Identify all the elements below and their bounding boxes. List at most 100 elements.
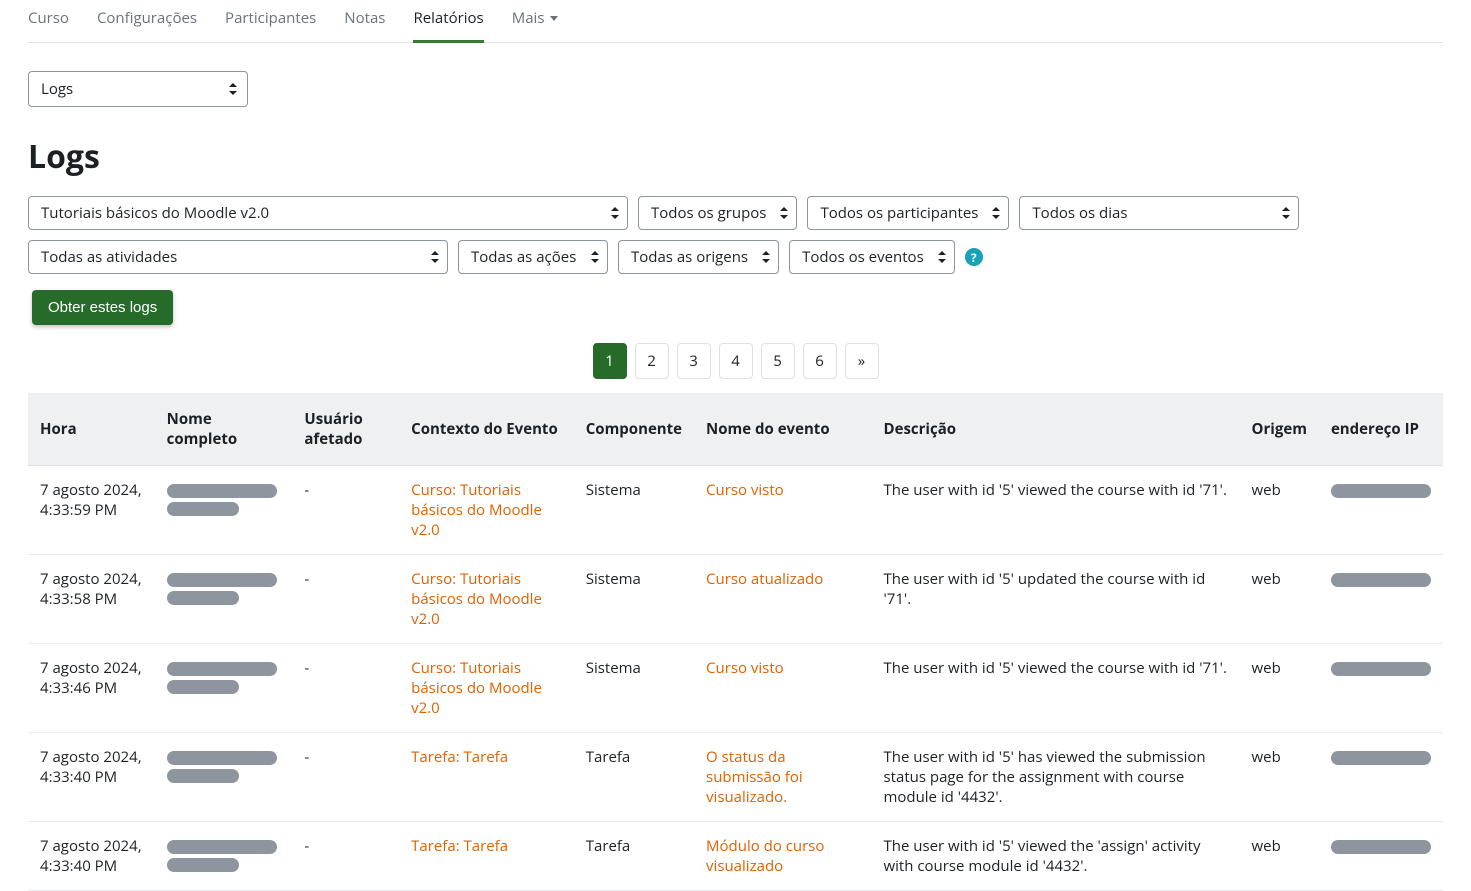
cell-context: Tarefa: Tarefa [399,822,574,891]
context-link[interactable]: Curso: Tutoriais básicos do Moodle v2.0 [411,480,542,540]
cell-origin: web [1240,733,1319,822]
tab-curso[interactable]: Curso [28,0,69,42]
cell-description: The user with id '5' updated the course … [871,555,1239,644]
col-description: Descrição [871,393,1239,466]
cell-component: Tarefa [574,733,694,822]
event-link[interactable]: Curso atualizado [706,569,823,589]
filter-days-value: Todos os dias [1032,203,1127,223]
cell-component: Tarefa [574,822,694,891]
redacted-name [167,502,239,516]
event-link[interactable]: Módulo do curso visualizado [706,836,824,876]
event-link[interactable]: Curso visto [706,480,784,500]
redacted-ip [1331,484,1431,498]
cell-affected: - [292,644,399,733]
col-affected: Usuário afetado [292,393,399,466]
page-1[interactable]: 1 [593,343,627,379]
filter-groups[interactable]: Todos os grupos [638,196,797,230]
cell-description: The user with id '5' viewed the 'assign'… [871,822,1239,891]
report-type-value: Logs [41,79,73,99]
redacted-name [167,840,277,854]
redacted-name [167,662,277,676]
cell-eventname: O status da submissão foi visualizado. [694,733,871,822]
cell-context: Curso: Tutoriais básicos do Moodle v2.0 [399,644,574,733]
redacted-name [167,680,239,694]
page-next[interactable]: » [845,343,879,379]
sort-icon [611,207,619,219]
cell-eventname: Curso visto [694,466,871,555]
tab-mais[interactable]: Mais [512,0,559,42]
context-link[interactable]: Tarefa: Tarefa [411,836,508,856]
page-4[interactable]: 4 [719,343,753,379]
cell-component: Sistema [574,644,694,733]
cell-time: 7 agosto 2024, 4:33:40 PM [28,822,155,891]
context-link[interactable]: Curso: Tutoriais básicos do Moodle v2.0 [411,658,542,718]
cell-description: The user with id '5' viewed the course w… [871,644,1239,733]
filter-actions-value: Todas as ações [471,247,576,267]
sort-icon [780,207,788,219]
context-link[interactable]: Curso: Tutoriais básicos do Moodle v2.0 [411,569,542,629]
report-type-select[interactable]: Logs [28,71,248,107]
redacted-name [167,751,277,765]
event-link[interactable]: Curso visto [706,658,784,678]
tab-label: Curso [28,8,69,28]
cell-ip [1319,822,1443,891]
redacted-name [167,591,239,605]
context-link[interactable]: Tarefa: Tarefa [411,747,508,767]
table-row: 7 agosto 2024, 4:33:58 PM-Curso: Tutoria… [28,555,1443,644]
cell-fullname [155,555,293,644]
cell-fullname [155,822,293,891]
cell-time: 7 agosto 2024, 4:33:40 PM [28,733,155,822]
filter-events[interactable]: Todos os eventos [789,240,955,274]
cell-context: Curso: Tutoriais básicos do Moodle v2.0 [399,555,574,644]
filter-days[interactable]: Todos os dias [1019,196,1299,230]
tab-configura-es[interactable]: Configurações [97,0,197,42]
cell-ip [1319,644,1443,733]
col-ip: endereço IP [1319,393,1443,466]
filter-participants-value: Todos os participantes [820,203,978,223]
page-5[interactable]: 5 [761,343,795,379]
tab-label: Notas [344,8,385,28]
page-3[interactable]: 3 [677,343,711,379]
tab-label: Participantes [225,8,316,28]
tab-participantes[interactable]: Participantes [225,0,316,42]
get-logs-button[interactable]: Obter estes logs [32,290,173,325]
table-row: 7 agosto 2024, 4:33:40 PM-Tarefa: Tarefa… [28,822,1443,891]
cell-affected: - [292,555,399,644]
page-6[interactable]: 6 [803,343,837,379]
col-time: Hora [28,393,155,466]
redacted-name [167,858,239,872]
redacted-name [167,484,277,498]
redacted-name [167,573,277,587]
cell-time: 7 agosto 2024, 4:33:46 PM [28,644,155,733]
filter-origins[interactable]: Todas as origens [618,240,779,274]
page-2[interactable]: 2 [635,343,669,379]
sort-icon [229,83,237,95]
cell-ip [1319,555,1443,644]
sort-icon [992,207,1000,219]
filter-actions[interactable]: Todas as ações [458,240,608,274]
redacted-ip [1331,751,1431,765]
cell-eventname: Módulo do curso visualizado [694,822,871,891]
redacted-ip [1331,840,1431,854]
cell-eventname: Curso visto [694,644,871,733]
redacted-ip [1331,662,1431,676]
filter-course[interactable]: Tutoriais básicos do Moodle v2.0 [28,196,628,230]
filter-participants[interactable]: Todos os participantes [807,196,1009,230]
help-icon[interactable]: ? [965,248,983,266]
cell-fullname [155,644,293,733]
page-title: Logs [28,135,1443,178]
course-nav-tabs: Curso Configurações Participantes Notas Rela… [28,0,1443,43]
cell-origin: web [1240,644,1319,733]
event-link[interactable]: O status da submissão foi visualizado. [706,747,803,807]
table-row: 7 agosto 2024, 4:33:59 PM-Curso: Tutoria… [28,466,1443,555]
filter-activities[interactable]: Todas as atividades [28,240,448,274]
tab-notas[interactable]: Notas [344,0,385,42]
cell-fullname [155,733,293,822]
pagination: 123456» [28,343,1443,379]
col-eventname: Nome do evento [694,393,871,466]
cell-ip [1319,733,1443,822]
cell-ip [1319,466,1443,555]
sort-icon [1282,207,1290,219]
tab-relat-rios[interactable]: Relatórios [413,0,483,42]
col-origin: Origem [1240,393,1319,466]
